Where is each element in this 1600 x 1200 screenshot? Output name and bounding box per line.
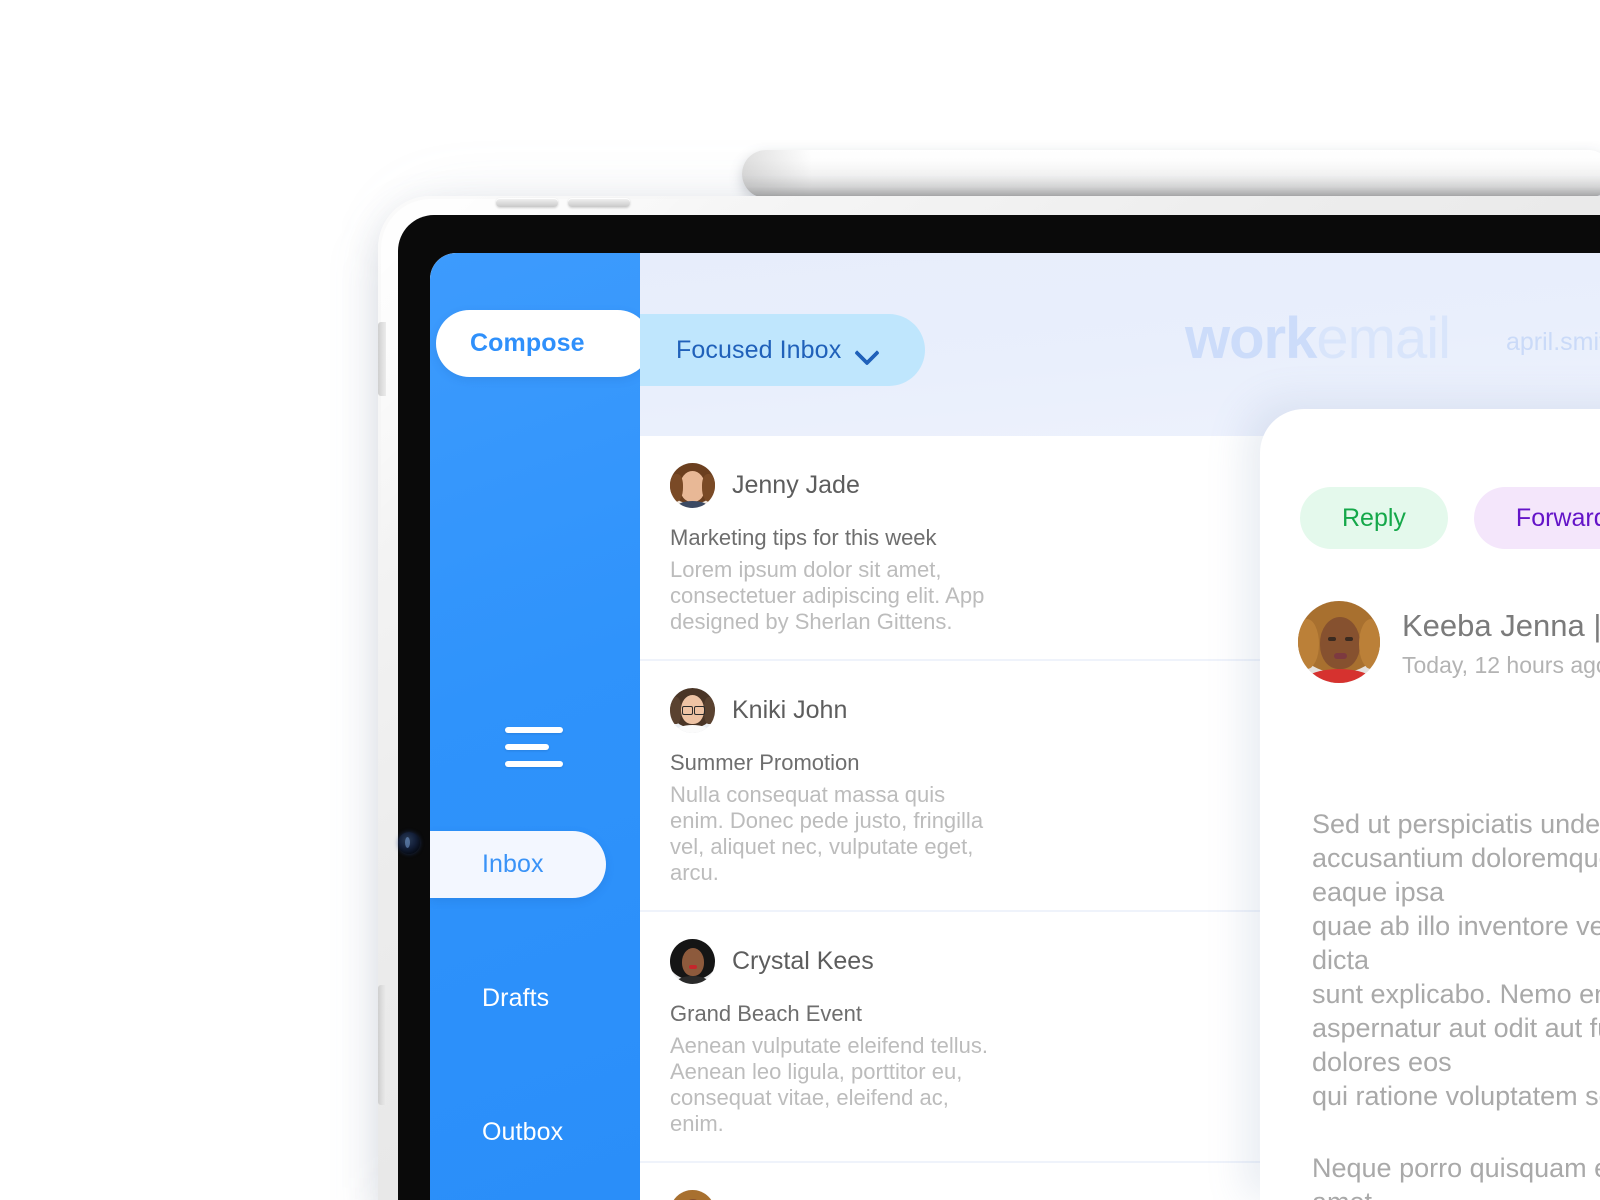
side-connector <box>378 985 386 1105</box>
screenshot-stage: Compose Inbox Drafts Outbox Sent <box>0 0 1600 1200</box>
email-preview: Aenean vulputate eleifend tellus. Aenean… <box>670 1033 989 1136</box>
stylus-pencil <box>742 150 1600 198</box>
reading-pane-title: Keeba Jenna | Summer Outing and Barbecue <box>1402 606 1600 646</box>
email-preview: Nulla consequat massa quis enim. Donec p… <box>670 782 984 885</box>
avatar <box>1298 601 1380 683</box>
stylus-tip-shading <box>742 150 812 198</box>
reading-pane-meta: Today, 12 hours ago | 11:25 <box>1402 651 1600 678</box>
brand-work-text: work <box>1185 306 1317 371</box>
sidebar-item-label: Inbox <box>482 850 544 878</box>
reply-button-label: Reply <box>1342 503 1406 532</box>
brand-logo: workemail <box>1185 306 1451 371</box>
app-screen: Compose Inbox Drafts Outbox Sent <box>430 253 1600 1200</box>
hamburger-menu-icon[interactable] <box>505 723 563 769</box>
sender-name: Kniki John <box>732 696 848 724</box>
avatar <box>670 1190 715 1200</box>
body-paragraph: Neque porro quisquam est, qui dolorem ip… <box>1312 1153 1600 1200</box>
sidebar-nav: Inbox Drafts Outbox Sent Archive <box>430 831 640 1200</box>
sidebar-item-inbox[interactable]: Inbox <box>430 831 606 898</box>
volume-up-button[interactable] <box>496 198 558 207</box>
forward-button[interactable]: Forward <box>1473 487 1600 549</box>
front-camera-icon <box>398 832 420 854</box>
sidebar-item-label: Drafts <box>482 984 550 1012</box>
sidebar-item-label: Outbox <box>482 1118 564 1146</box>
avatar <box>670 939 715 984</box>
reading-pane-header: Keeba Jenna | Summer Outing and Barbecue… <box>1298 601 1600 683</box>
avatar <box>670 688 715 733</box>
reading-pane-header-text: Keeba Jenna | Summer Outing and Barbecue… <box>1402 606 1600 679</box>
account-email: april.smith@sample.com <box>1506 328 1600 356</box>
focused-inbox-label: Focused Inbox <box>676 335 842 364</box>
focused-inbox-dropdown[interactable]: Focused Inbox <box>640 314 925 386</box>
reading-pane-sender: Keeba Jenna | <box>1402 607 1600 643</box>
reading-pane: Reply Forward Archive <box>1260 409 1600 1200</box>
compose-button-label: Compose <box>470 329 585 357</box>
body-paragraph: Sed ut perspiciatis unde omnis iste natu… <box>1312 809 1600 1111</box>
compose-button[interactable]: Compose <box>436 310 651 377</box>
email-preview: Lorem ipsum dolor sit amet, consectetuer… <box>670 557 985 634</box>
volume-down-button[interactable] <box>568 198 630 207</box>
power-button[interactable] <box>378 322 386 396</box>
sender-name: Crystal Kees <box>732 947 874 975</box>
main-panel: Focused Inbox workemail april.smith@samp… <box>640 253 1600 1200</box>
avatar <box>670 463 715 508</box>
forward-button-label: Forward <box>1515 503 1600 532</box>
sender-name: Jenny Jade <box>732 471 860 499</box>
reading-pane-body: Sed ut perspiciatis unde omnis iste natu… <box>1312 807 1600 1200</box>
sidebar-item-outbox[interactable]: Outbox <box>430 1099 640 1166</box>
chevron-down-icon <box>856 344 878 357</box>
sidebar-item-drafts[interactable]: Drafts <box>430 965 640 1032</box>
brand-email-text: email <box>1316 306 1451 371</box>
reading-pane-actions: Reply Forward Archive <box>1300 487 1600 549</box>
sidebar: Compose Inbox Drafts Outbox Sent <box>430 253 651 1200</box>
reply-button[interactable]: Reply <box>1300 487 1448 549</box>
